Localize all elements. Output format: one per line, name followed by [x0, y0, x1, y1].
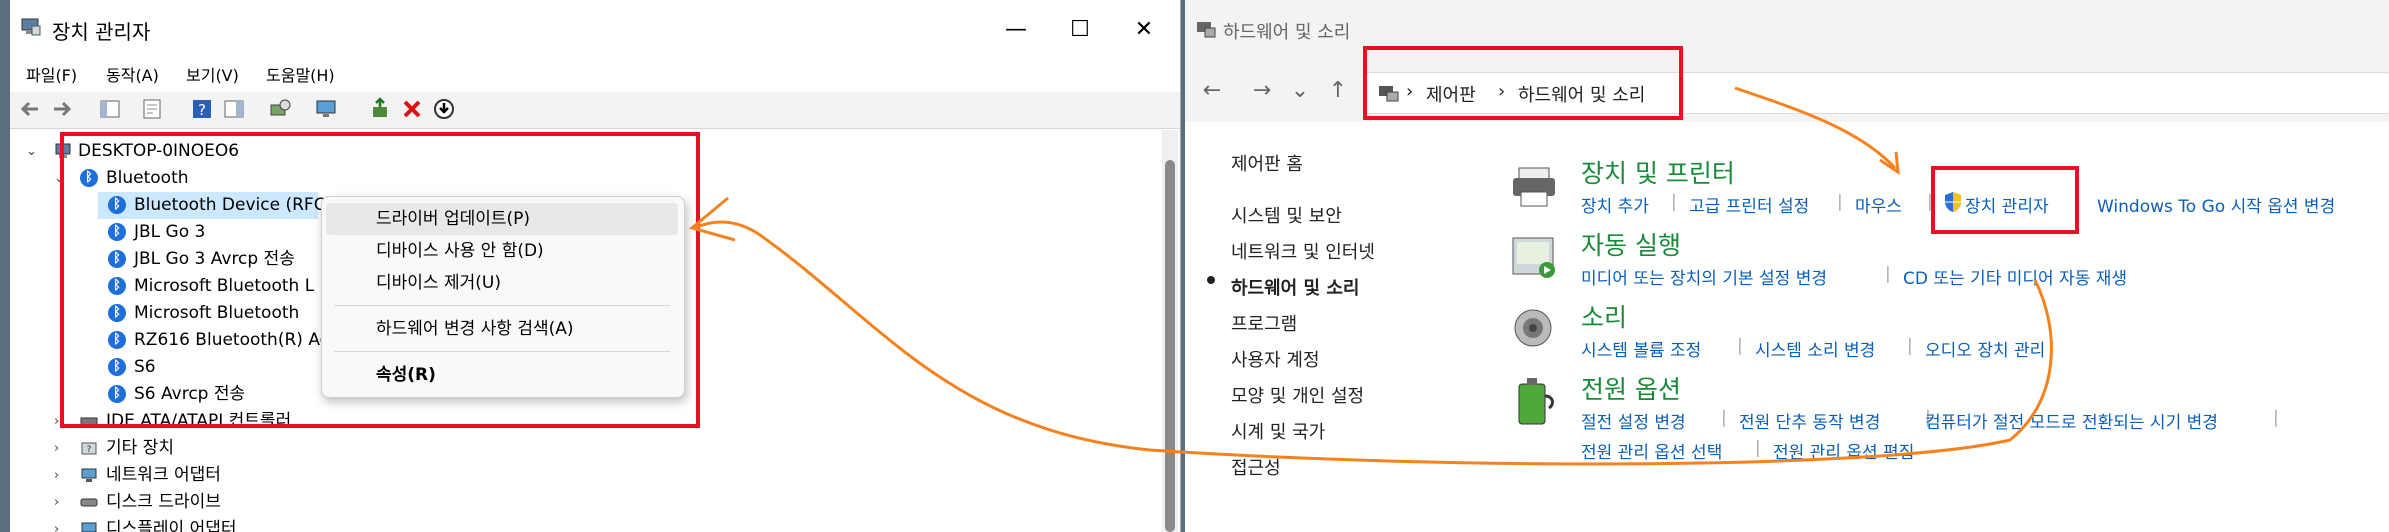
- help-icon[interactable]: ?: [190, 97, 214, 121]
- menu-view[interactable]: 보기(V): [186, 62, 239, 86]
- expand-chevron-icon[interactable]: ›: [54, 516, 68, 532]
- speaker-icon: [1514, 309, 1552, 347]
- printer-icon: [1513, 167, 1555, 207]
- link-choose-power-plan[interactable]: 전원 관리 옵션 선택: [1581, 438, 1722, 463]
- sidebar-item-network-internet[interactable]: 네트워크 및 인터넷: [1231, 238, 1375, 264]
- sidebar-item-appearance[interactable]: 모양 및 개인 설정: [1231, 382, 1364, 408]
- link-windows-to-go[interactable]: Windows To Go 시작 옵션 변경: [2097, 192, 2335, 217]
- category-title-autoplay[interactable]: 자동 실행: [1581, 226, 1681, 262]
- sidebar-item-programs[interactable]: 프로그램: [1231, 310, 1297, 336]
- category-title-devices-printers[interactable]: 장치 및 프린터: [1581, 154, 1735, 190]
- control-panel-window: 하드웨어 및 소리 ← → ⌄ ↑ › 제어판 › 하드웨어 및 소리 제어판 …: [1185, 0, 2389, 532]
- tree-group-label: 디스플레이 어댑터: [106, 519, 237, 532]
- back-arrow-icon[interactable]: [18, 97, 42, 121]
- forward-arrow-icon[interactable]: [50, 97, 74, 121]
- download-install-icon[interactable]: [432, 97, 456, 121]
- maximize-button[interactable]: ☐: [1060, 10, 1100, 50]
- expand-chevron-icon[interactable]: ›: [54, 435, 68, 462]
- control-panel-icon: [1197, 22, 1216, 38]
- sidebar-item-accessibility[interactable]: 접근성: [1231, 454, 1281, 480]
- title-bar: 장치 관리자 — ☐ ✕: [10, 0, 1180, 60]
- link-sleep-timing[interactable]: 컴퓨터가 절전 모드로 전환되는 시기 변경: [1925, 408, 2218, 433]
- link-mouse[interactable]: 마우스: [1855, 192, 1902, 217]
- menu-file[interactable]: 파일(F): [26, 62, 77, 86]
- link-separator: |: [2273, 408, 2279, 428]
- window-title: 하드웨어 및 소리: [1223, 22, 1351, 43]
- network-adapter-icon: [81, 468, 97, 482]
- menu-action[interactable]: 동작(A): [106, 62, 159, 86]
- menu-help[interactable]: 도움말(H): [266, 62, 335, 86]
- annotation-highlight-box: [1363, 46, 1683, 120]
- device-manager-icon: [21, 18, 41, 36]
- link-separator: |: [1721, 408, 1727, 428]
- tree-group-network-adapters[interactable]: › 네트워크 어댑터: [10, 462, 710, 489]
- autoplay-icon: [1512, 237, 1555, 278]
- tree-group-label: 기타 장치: [106, 438, 174, 458]
- link-edit-power-plan[interactable]: 전원 관리 옵션 편집: [1773, 438, 1914, 463]
- sidebar-item-clock-region[interactable]: 시계 및 국가: [1231, 418, 1325, 444]
- uninstall-device-icon[interactable]: [400, 97, 424, 121]
- minimize-button[interactable]: —: [996, 10, 1036, 50]
- show-hide-console-tree-icon[interactable]: [98, 97, 122, 121]
- tree-group-display-adapters[interactable]: › 디스플레이 어댑터: [10, 516, 710, 532]
- link-default-media-settings[interactable]: 미디어 또는 장치의 기본 설정 변경: [1581, 264, 1827, 289]
- sidebar-item-user-accounts[interactable]: 사용자 계정: [1231, 346, 1320, 372]
- expand-chevron-icon[interactable]: ›: [54, 489, 68, 516]
- sidebar-item-system-security[interactable]: 시스템 및 보안: [1231, 202, 1342, 228]
- battery-power-icon: [1518, 378, 1554, 425]
- display-monitor-icon[interactable]: [314, 97, 338, 121]
- link-change-sleep-settings[interactable]: 절전 설정 변경: [1581, 408, 1686, 433]
- display-adapter-icon: [81, 522, 97, 532]
- link-separator: |: [1837, 192, 1843, 212]
- category-title-sound[interactable]: 소리: [1581, 298, 1627, 334]
- recent-locations-chevron-icon[interactable]: ⌄: [1285, 78, 1315, 103]
- action-pane-icon[interactable]: [222, 97, 246, 121]
- link-separator: |: [1671, 192, 1677, 212]
- link-adjust-volume[interactable]: 시스템 볼륨 조정: [1581, 336, 1701, 361]
- unknown-device-icon: ?: [81, 442, 97, 455]
- link-cd-autoplay[interactable]: CD 또는 기타 미디어 자동 재생: [1903, 264, 2127, 289]
- link-separator: |: [1885, 264, 1891, 284]
- tree-group-label: 디스크 드라이브: [106, 492, 221, 512]
- forward-arrow-icon[interactable]: →: [1247, 78, 1277, 103]
- scrollbar-thumb[interactable]: [1165, 160, 1175, 532]
- properties-sheet-icon[interactable]: [140, 97, 164, 121]
- active-bullet: [1207, 276, 1215, 284]
- menu-bar: 파일(F) 동작(A) 보기(V) 도움말(H): [10, 60, 1180, 90]
- link-manage-audio-devices[interactable]: 오디오 장치 관리: [1925, 336, 2045, 361]
- link-advanced-printer-setup[interactable]: 고급 프린터 설정: [1689, 192, 1809, 217]
- category-title-power-options[interactable]: 전원 옵션: [1581, 370, 1681, 406]
- tree-group-disk-drives[interactable]: › 디스크 드라이브: [10, 489, 710, 516]
- svg-text:?: ?: [198, 101, 206, 119]
- tree-group-label: 네트워크 어댑터: [106, 465, 221, 485]
- link-separator: |: [1755, 438, 1761, 458]
- link-separator: |: [1907, 336, 1913, 356]
- update-driver-icon[interactable]: [368, 97, 392, 121]
- vertical-scrollbar[interactable]: [1162, 130, 1178, 532]
- sidebar-item-hardware-sound[interactable]: 하드웨어 및 소리: [1231, 274, 1359, 300]
- annotation-highlight-box: [1931, 166, 2079, 234]
- back-arrow-icon[interactable]: ←: [1197, 78, 1227, 103]
- svg-text:?: ?: [87, 445, 92, 455]
- link-power-button-behavior[interactable]: 전원 단추 동작 변경: [1739, 408, 1880, 433]
- toolbar: ?: [10, 92, 1180, 129]
- tree-group-other-devices[interactable]: › ? 기타 장치: [10, 435, 710, 462]
- expand-chevron-icon[interactable]: ›: [54, 462, 68, 489]
- device-manager-window: 장치 관리자 — ☐ ✕ 파일(F) 동작(A) 보기(V) 도움말(H) ? …: [10, 0, 1181, 532]
- disk-drive-icon: [80, 498, 98, 507]
- annotation-highlight-box: [60, 132, 700, 428]
- window-title: 장치 관리자: [52, 20, 151, 44]
- collapse-chevron-icon[interactable]: ⌄: [26, 138, 40, 165]
- up-arrow-icon[interactable]: ↑: [1323, 78, 1353, 103]
- link-separator: |: [1737, 336, 1743, 356]
- close-button[interactable]: ✕: [1124, 10, 1164, 50]
- link-add-device[interactable]: 장치 추가: [1581, 192, 1649, 217]
- scan-hardware-icon[interactable]: [268, 97, 292, 121]
- sidebar-item-control-panel-home[interactable]: 제어판 홈: [1231, 150, 1303, 176]
- link-change-system-sounds[interactable]: 시스템 소리 변경: [1755, 336, 1875, 361]
